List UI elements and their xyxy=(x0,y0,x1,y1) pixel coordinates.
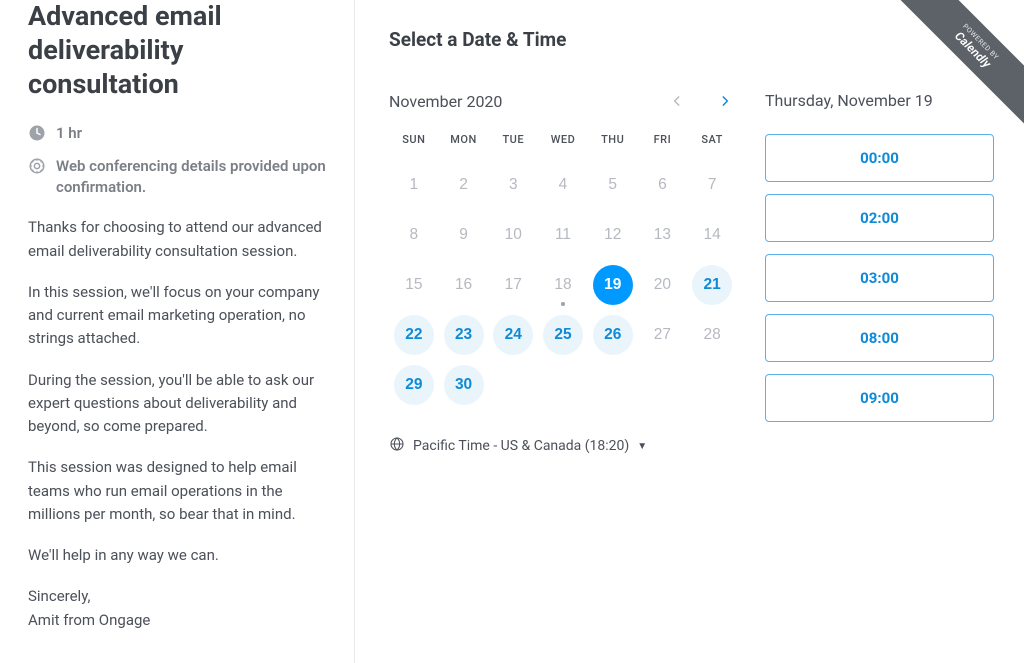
duration-row: 1 hr xyxy=(28,123,326,144)
calendar-day[interactable]: 25 xyxy=(543,315,583,355)
calendar-day: 14 xyxy=(692,215,732,255)
clock-icon xyxy=(28,124,46,142)
calendar-day: 2 xyxy=(444,165,484,205)
calendar-day: 20 xyxy=(642,265,682,305)
time-slot-button[interactable]: 03:00 xyxy=(765,254,994,302)
today-indicator xyxy=(561,302,565,306)
description-paragraph: Sincerely,Amit from Ongage xyxy=(28,585,326,632)
selected-date-label: Thursday, November 19 xyxy=(765,91,994,110)
event-description: Thanks for choosing to attend our advanc… xyxy=(28,216,326,632)
video-icon xyxy=(28,157,46,175)
description-paragraph: During the session, you'll be able to as… xyxy=(28,369,326,439)
calendar-day[interactable]: 29 xyxy=(394,365,434,405)
time-slot-button[interactable]: 08:00 xyxy=(765,314,994,362)
calendar-day[interactable]: 30 xyxy=(444,365,484,405)
calendar-day: 1 xyxy=(394,165,434,205)
time-slots-panel: Thursday, November 19 00:00 02:00 03:00 08:… xyxy=(765,89,994,456)
description-paragraph: We'll help in any way we can. xyxy=(28,544,326,567)
calendar-day: 17 xyxy=(493,265,533,305)
timezone-label: Pacific Time - US & Canada (18:20) xyxy=(413,438,629,454)
calendar-day: 27 xyxy=(642,315,682,355)
calendar: November 2020 SUNMONTUEWEDTHUFRISAT12345… xyxy=(389,89,737,456)
calendar-day: 12 xyxy=(593,215,633,255)
calendar-day[interactable]: 24 xyxy=(493,315,533,355)
calendar-day: 8 xyxy=(394,215,434,255)
day-of-week-header: SUN xyxy=(389,133,439,160)
calendar-day: 3 xyxy=(493,165,533,205)
event-details-panel: Advanced email deliverability consultati… xyxy=(0,0,355,663)
conference-row: Web conferencing details provided upon c… xyxy=(28,156,326,198)
day-of-week-header: WED xyxy=(538,133,588,160)
calendar-day: 6 xyxy=(642,165,682,205)
chevron-right-icon xyxy=(718,94,732,108)
calendar-day[interactable]: 26 xyxy=(593,315,633,355)
calendar-grid: SUNMONTUEWEDTHUFRISAT1234567891011121314… xyxy=(389,133,737,410)
day-of-week-header: THU xyxy=(588,133,638,160)
scheduler-heading: Select a Date & Time xyxy=(389,28,994,51)
calendar-day: 10 xyxy=(493,215,533,255)
description-paragraph: Thanks for choosing to attend our advanc… xyxy=(28,216,326,263)
calendar-day: 7 xyxy=(692,165,732,205)
day-of-week-header: TUE xyxy=(488,133,538,160)
day-of-week-header: FRI xyxy=(638,133,688,160)
duration-text: 1 hr xyxy=(56,123,82,144)
calendar-day: 28 xyxy=(692,315,732,355)
time-slot-button[interactable]: 02:00 xyxy=(765,194,994,242)
day-of-week-header: MON xyxy=(439,133,489,160)
calendar-month-label: November 2020 xyxy=(389,92,502,111)
calendar-day[interactable]: 22 xyxy=(394,315,434,355)
chevron-left-icon xyxy=(670,94,684,108)
next-month-button[interactable] xyxy=(713,89,737,113)
calendar-day[interactable]: 19 xyxy=(593,265,633,305)
prev-month-button[interactable] xyxy=(665,89,689,113)
description-paragraph: In this session, we'll focus on your com… xyxy=(28,281,326,351)
scheduler-panel: Select a Date & Time November 2020 SUNMO… xyxy=(355,0,1024,663)
calendar-day[interactable]: 21 xyxy=(692,265,732,305)
time-slot-button[interactable]: 09:00 xyxy=(765,374,994,422)
calendar-day: 11 xyxy=(543,215,583,255)
globe-icon xyxy=(389,436,405,456)
calendar-day: 9 xyxy=(444,215,484,255)
event-title: Advanced email deliverability consultati… xyxy=(28,0,326,101)
day-of-week-header: SAT xyxy=(687,133,737,160)
calendar-day: 4 xyxy=(543,165,583,205)
timezone-selector[interactable]: Pacific Time - US & Canada (18:20) ▼ xyxy=(389,436,737,456)
calendar-day: 16 xyxy=(444,265,484,305)
calendar-day: 18 xyxy=(543,265,583,305)
time-slot-button[interactable]: 00:00 xyxy=(765,134,994,182)
calendar-day: 13 xyxy=(642,215,682,255)
calendar-day: 15 xyxy=(394,265,434,305)
calendar-day[interactable]: 23 xyxy=(444,315,484,355)
calendar-day: 5 xyxy=(593,165,633,205)
conference-text: Web conferencing details provided upon c… xyxy=(56,156,326,198)
description-paragraph: This session was designed to help email … xyxy=(28,456,326,526)
caret-down-icon: ▼ xyxy=(637,441,647,452)
